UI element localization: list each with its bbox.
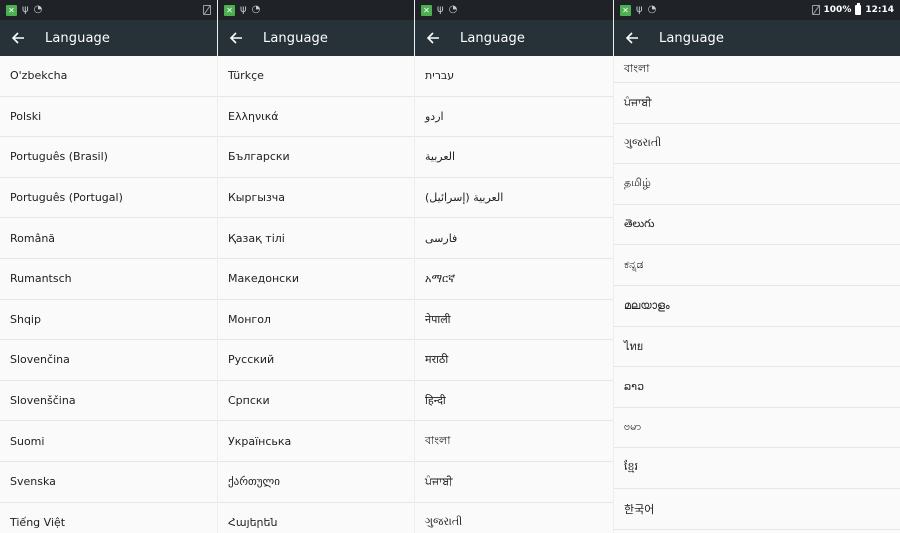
language-list[interactable]: O'zbekcha Polski Português (Brasil) Port… — [0, 56, 217, 533]
language-item[interactable]: বাংলা — [415, 421, 613, 462]
language-item[interactable]: Português (Brasil) — [0, 137, 217, 178]
no-sim-icon — [203, 5, 211, 15]
battery-icon — [855, 3, 862, 15]
language-item[interactable]: العربية (إسرائيل) — [415, 177, 613, 219]
screens-container: ✕ ψ ◔ Language O'zbekcha Polski Portuguê… — [0, 0, 900, 533]
app-notification-icon: ✕ — [620, 4, 631, 16]
app-notification-icon: ✕ — [6, 4, 17, 16]
language-item[interactable]: Slovenčina — [0, 340, 217, 381]
usb-icon: ψ — [22, 4, 29, 15]
wifi-icon: ◔ — [647, 4, 657, 15]
language-item[interactable]: Ελληνικά — [218, 96, 414, 138]
language-item[interactable]: ไทย — [614, 326, 900, 368]
wifi-icon: ◔ — [448, 4, 458, 15]
language-item[interactable]: 한국어 — [614, 488, 900, 530]
language-item[interactable]: ગુજરાતી — [415, 502, 613, 533]
language-item[interactable]: ಕನ್ನಡ — [614, 245, 900, 286]
language-item[interactable]: Русский — [218, 340, 414, 381]
language-list[interactable]: বাংলা ਪੰਜਾਬੀ ગુજરાતી தமிழ் తెలుగు ಕನ್ನಡ … — [614, 56, 900, 533]
app-bar: Language — [614, 20, 900, 56]
app-bar: Language — [415, 20, 613, 56]
page-title: Language — [659, 30, 724, 46]
clock: 12:14 — [865, 5, 894, 15]
app-bar: Language — [0, 20, 217, 56]
usb-icon: ψ — [240, 4, 247, 15]
language-item[interactable]: Українська — [218, 421, 414, 462]
language-item[interactable]: Română — [0, 218, 217, 259]
language-item[interactable]: Shqip — [0, 299, 217, 341]
language-item[interactable]: हिन्दी — [415, 380, 613, 422]
screen-4: ✕ ψ ◔ 100% 12:14 Language বাংলা ਪੰਜਾਬੀ ગ… — [614, 0, 900, 533]
language-item[interactable]: Rumantsch — [0, 258, 217, 300]
status-bar: ✕ ψ ◔ 100% 12:14 — [614, 0, 900, 20]
language-item[interactable]: മലയാളം — [614, 285, 900, 327]
language-item[interactable]: اردو — [415, 96, 613, 138]
page-title: Language — [460, 30, 525, 46]
screen-2: ✕ ψ ◔ Language Türkçe Ελληνικά Български… — [218, 0, 415, 533]
language-item[interactable]: Suomi — [0, 421, 217, 462]
arrow-back-icon[interactable] — [229, 31, 243, 45]
language-item[interactable]: Српски — [218, 380, 414, 422]
wifi-icon: ◔ — [33, 4, 43, 15]
language-item[interactable]: Македонски — [218, 258, 414, 300]
status-right: 100% 12:14 — [811, 3, 894, 15]
language-item[interactable]: Қазақ тілі — [218, 218, 414, 259]
app-bar: Language — [218, 20, 414, 56]
language-item[interactable]: नेपाली — [415, 299, 613, 341]
status-bar: ✕ ψ ◔ — [415, 0, 613, 20]
language-item[interactable]: Svenska — [0, 461, 217, 503]
language-item[interactable]: मराठी — [415, 340, 613, 381]
language-item[interactable]: Кыргызча — [218, 177, 414, 219]
language-item[interactable]: العربية — [415, 137, 613, 178]
screen-1: ✕ ψ ◔ Language O'zbekcha Polski Portuguê… — [0, 0, 218, 533]
language-item[interactable]: ဗမာ — [614, 407, 900, 449]
language-item[interactable]: Tiếng Việt — [0, 502, 217, 533]
page-title: Language — [45, 30, 110, 46]
language-list[interactable]: Türkçe Ελληνικά Български Кыргызча Қазақ… — [218, 56, 414, 533]
language-item[interactable]: فارسی — [415, 218, 613, 259]
language-item[interactable]: עברית — [415, 56, 613, 97]
usb-icon: ψ — [636, 4, 643, 15]
status-bar: ✕ ψ ◔ — [218, 0, 414, 20]
language-item[interactable]: ქართული — [218, 461, 414, 503]
language-item[interactable]: Slovenščina — [0, 380, 217, 422]
language-item[interactable]: አማርኛ — [415, 258, 613, 300]
language-item[interactable]: বাংলা — [614, 56, 900, 83]
language-item[interactable]: Հայերեն — [218, 502, 414, 533]
language-item[interactable]: Български — [218, 137, 414, 178]
language-item[interactable]: O'zbekcha — [0, 56, 217, 97]
language-item[interactable]: Português (Portugal) — [0, 177, 217, 219]
language-item[interactable]: ລາວ — [614, 367, 900, 408]
app-notification-icon: ✕ — [421, 4, 432, 16]
language-item[interactable]: ខ្មែរ — [614, 448, 900, 489]
page-title: Language — [263, 30, 328, 46]
language-item[interactable]: தமிழ் — [614, 164, 900, 205]
language-item[interactable]: ਪੰਜਾਬੀ — [614, 83, 900, 124]
language-item[interactable]: తెలుగు — [614, 204, 900, 246]
status-right — [203, 5, 211, 15]
language-item[interactable]: ગુજરાતી — [614, 123, 900, 165]
language-item[interactable]: Монгол — [218, 299, 414, 341]
arrow-back-icon[interactable] — [426, 31, 440, 45]
no-sim-icon — [811, 5, 820, 15]
status-bar: ✕ ψ ◔ — [0, 0, 217, 20]
app-notification-icon: ✕ — [224, 4, 235, 16]
screen-3: ✕ ψ ◔ Language עברית اردو العربية العربي… — [415, 0, 614, 533]
battery-percent: 100% — [823, 5, 852, 15]
usb-icon: ψ — [437, 4, 444, 15]
arrow-back-icon[interactable] — [625, 31, 639, 45]
language-item[interactable]: Polski — [0, 96, 217, 138]
language-list[interactable]: עברית اردو العربية العربية (إسرائيل) فار… — [415, 56, 613, 533]
wifi-icon: ◔ — [251, 4, 261, 15]
language-item[interactable]: Türkçe — [218, 56, 414, 97]
language-item[interactable]: ਪੰਜਾਬੀ — [415, 461, 613, 503]
arrow-back-icon[interactable] — [11, 31, 25, 45]
